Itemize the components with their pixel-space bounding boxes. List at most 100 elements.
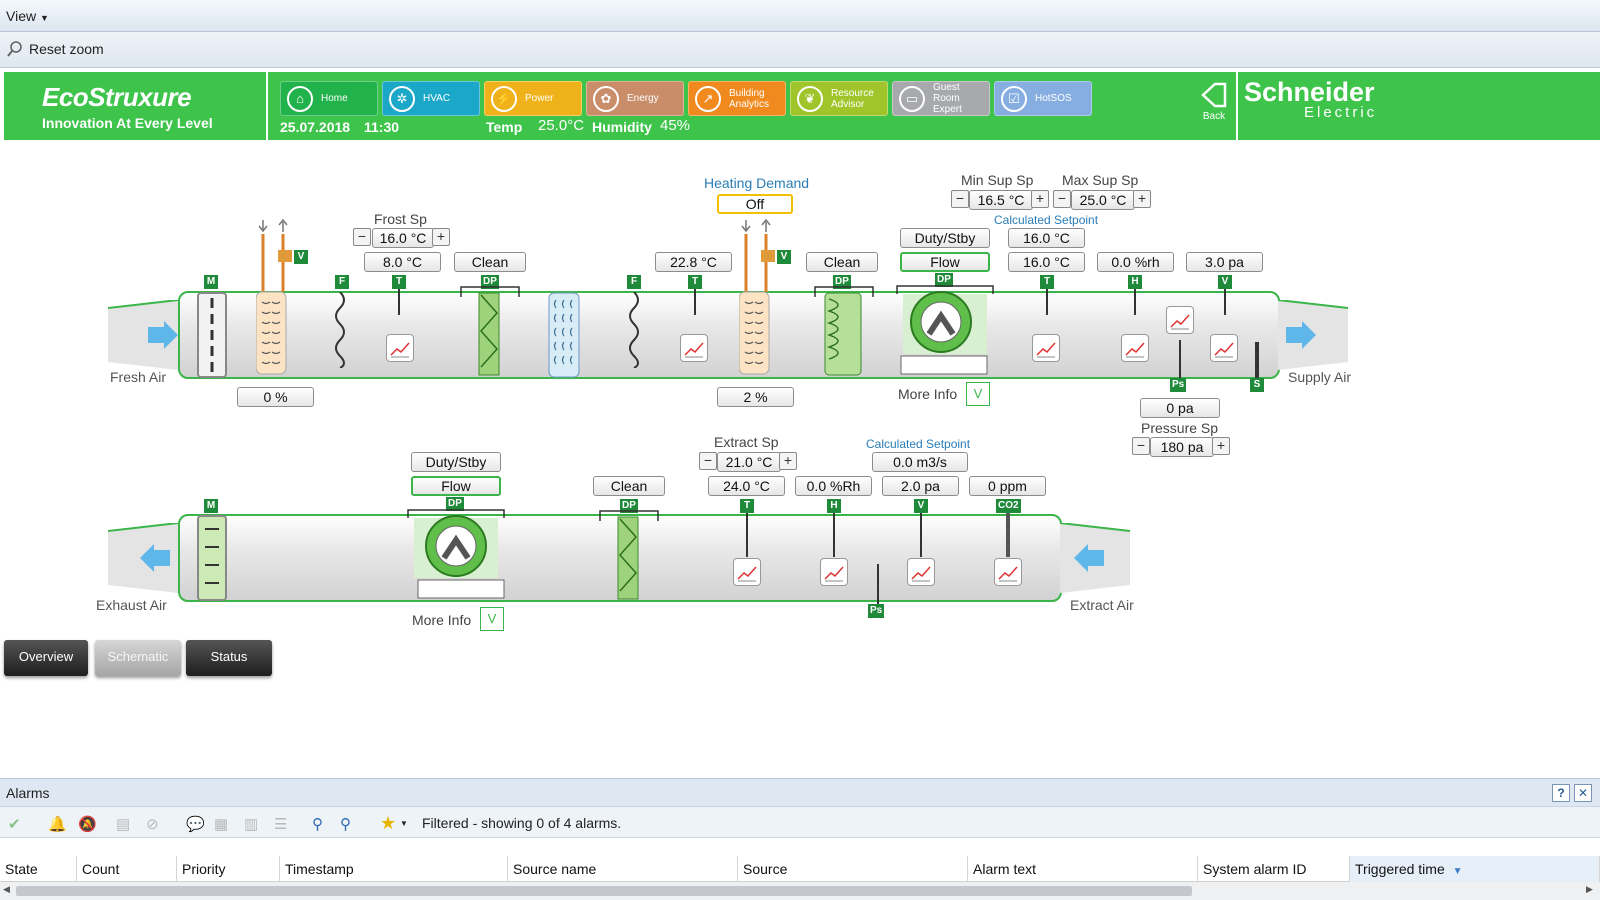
alarm-filter-status: Filtered - showing 0 of 4 alarms.: [422, 815, 622, 831]
frost-sp-decrease[interactable]: −: [353, 228, 371, 246]
list-icon[interactable]: ☰: [274, 815, 292, 833]
fan-icon: ✲: [389, 85, 415, 112]
min-sup-sp-value[interactable]: 16.5 °C: [969, 190, 1033, 210]
fresh-air-damper[interactable]: [197, 292, 227, 378]
damper-tag: M: [204, 499, 218, 513]
horizontal-scrollbar[interactable]: ◀ ▶: [0, 882, 1600, 900]
energy-icon: ✿: [593, 85, 619, 112]
frost-temp: 8.0 °C: [364, 252, 441, 272]
bell-icon[interactable]: 🔔: [48, 815, 67, 833]
filter-remove-icon[interactable]: ⚲: [340, 815, 358, 833]
extract-filter: [599, 510, 659, 600]
column-count[interactable]: Count: [77, 856, 177, 882]
nav-home[interactable]: ⌂ Home: [280, 81, 378, 116]
temp-sensor-stem: [398, 289, 400, 315]
max-sup-sp-increase[interactable]: +: [1133, 190, 1151, 208]
clean-extract-filter[interactable]: Clean: [593, 476, 665, 496]
nav-power[interactable]: ⚡ Power: [484, 81, 582, 116]
tab-schematic[interactable]: Schematic: [95, 640, 181, 676]
pressure-sensor-stem: [1179, 340, 1181, 382]
velocity-sensor-stem: [920, 513, 922, 557]
trend-chart-icon[interactable]: [1210, 334, 1238, 362]
column-triggered-time[interactable]: Triggered time ▼: [1350, 856, 1600, 882]
clean-filter1[interactable]: Clean: [454, 252, 526, 272]
pressure-sp-increase[interactable]: +: [1212, 437, 1230, 455]
nav-hvac-label: HVAC: [423, 93, 451, 104]
trend-chart-icon[interactable]: [1121, 334, 1149, 362]
comment-icon[interactable]: 💬: [186, 815, 205, 833]
bell-off-icon[interactable]: 🔕: [78, 815, 97, 833]
extract-fan[interactable]: [406, 506, 506, 602]
star-icon[interactable]: ★: [380, 813, 398, 833]
chevron-down-icon[interactable]: ▼: [400, 819, 408, 828]
nav-hvac[interactable]: ✲ HVAC: [382, 81, 480, 116]
clean-filter2[interactable]: Clean: [806, 252, 878, 272]
max-sup-sp-value[interactable]: 25.0 °C: [1071, 190, 1135, 210]
column-system-alarm-id[interactable]: System alarm ID: [1198, 856, 1350, 882]
heating-coil[interactable]: [739, 218, 809, 378]
extract-more-info-toggle[interactable]: V: [480, 607, 504, 631]
frost-sp-increase[interactable]: +: [432, 228, 450, 246]
filter-icon[interactable]: ⚲: [312, 815, 330, 833]
nav-hotsos[interactable]: ☑ HotSOS: [994, 81, 1092, 116]
extract-calc-flow: 0.0 m3/s: [872, 452, 968, 472]
min-sup-sp-decrease[interactable]: −: [951, 190, 969, 208]
electric-logo-text: Electric: [1304, 104, 1378, 121]
extract-temp: 24.0 °C: [708, 476, 785, 496]
column-timestamp[interactable]: Timestamp: [280, 856, 508, 882]
frost-stat-tag: F: [627, 275, 641, 289]
exhaust-damper[interactable]: [197, 515, 227, 601]
acknowledge-icon[interactable]: ✔: [8, 815, 26, 833]
trend-chart-icon[interactable]: [386, 334, 414, 362]
preheat-coil[interactable]: [256, 218, 326, 378]
trend-chart-icon[interactable]: [907, 558, 935, 586]
view-menu[interactable]: View ▼: [6, 8, 49, 24]
min-sup-sp-increase[interactable]: +: [1031, 190, 1049, 208]
trend-chart-icon[interactable]: [733, 558, 761, 586]
trend-chart-icon[interactable]: [1166, 306, 1194, 334]
supply-more-info-toggle[interactable]: V: [966, 382, 990, 406]
damper-blades-icon: [205, 528, 219, 584]
smoke-sensor-tag: S: [1250, 378, 1264, 392]
checklist-icon[interactable]: ▦: [214, 815, 232, 833]
column-state[interactable]: State: [0, 856, 77, 882]
supply-temp: 16.0 °C: [1008, 252, 1085, 272]
frost-sp-value[interactable]: 16.0 °C: [372, 228, 434, 248]
trend-chart-icon[interactable]: [680, 334, 708, 362]
extract-duty-stby[interactable]: Duty/Stby: [411, 452, 501, 472]
help-button[interactable]: ?: [1552, 784, 1570, 802]
assign-icon[interactable]: ▥: [244, 815, 262, 833]
tab-overview[interactable]: Overview: [4, 640, 88, 676]
extract-sp-value[interactable]: 21.0 °C: [717, 452, 781, 472]
trend-chart-icon[interactable]: [994, 558, 1022, 586]
hide-icon[interactable]: ▤: [116, 815, 134, 833]
scroll-left-icon[interactable]: ◀: [3, 884, 10, 895]
trend-chart-icon[interactable]: [820, 558, 848, 586]
nav-guest-room-expert[interactable]: ▭ Guest Room Expert: [892, 81, 990, 116]
back-label: Back: [1202, 111, 1226, 122]
disable-icon[interactable]: ⊘: [146, 815, 164, 833]
back-button[interactable]: Back: [1196, 80, 1232, 132]
pressure-sp-value[interactable]: 180 pa: [1150, 437, 1214, 457]
extract-sp-increase[interactable]: +: [779, 452, 797, 470]
reset-zoom-button[interactable]: Reset zoom: [6, 40, 104, 58]
tab-status[interactable]: Status: [186, 640, 272, 676]
nav-energy-label: Energy: [627, 93, 659, 104]
duct-pressure: 0 pa: [1140, 398, 1220, 418]
nav-building-analytics[interactable]: ↗ Building Analytics: [688, 81, 786, 116]
scroll-right-icon[interactable]: ▶: [1586, 884, 1593, 895]
nav-energy[interactable]: ✿ Energy: [586, 81, 684, 116]
extract-sp-decrease[interactable]: −: [699, 452, 717, 470]
nav-resource-advisor[interactable]: ❦ Resource Advisor: [790, 81, 888, 116]
supply-duty-stby[interactable]: Duty/Stby: [900, 228, 990, 248]
pressure-sp-decrease[interactable]: −: [1132, 437, 1150, 455]
max-sup-sp-decrease[interactable]: −: [1053, 190, 1071, 208]
column-source[interactable]: Source: [738, 856, 968, 882]
column-priority[interactable]: Priority: [177, 856, 280, 882]
close-button[interactable]: ✕: [1574, 784, 1592, 802]
column-alarm-text[interactable]: Alarm text: [968, 856, 1198, 882]
supply-fan[interactable]: [895, 282, 995, 378]
scrollbar-thumb[interactable]: [16, 886, 1192, 896]
column-source-name[interactable]: Source name: [508, 856, 738, 882]
trend-chart-icon[interactable]: [1032, 334, 1060, 362]
